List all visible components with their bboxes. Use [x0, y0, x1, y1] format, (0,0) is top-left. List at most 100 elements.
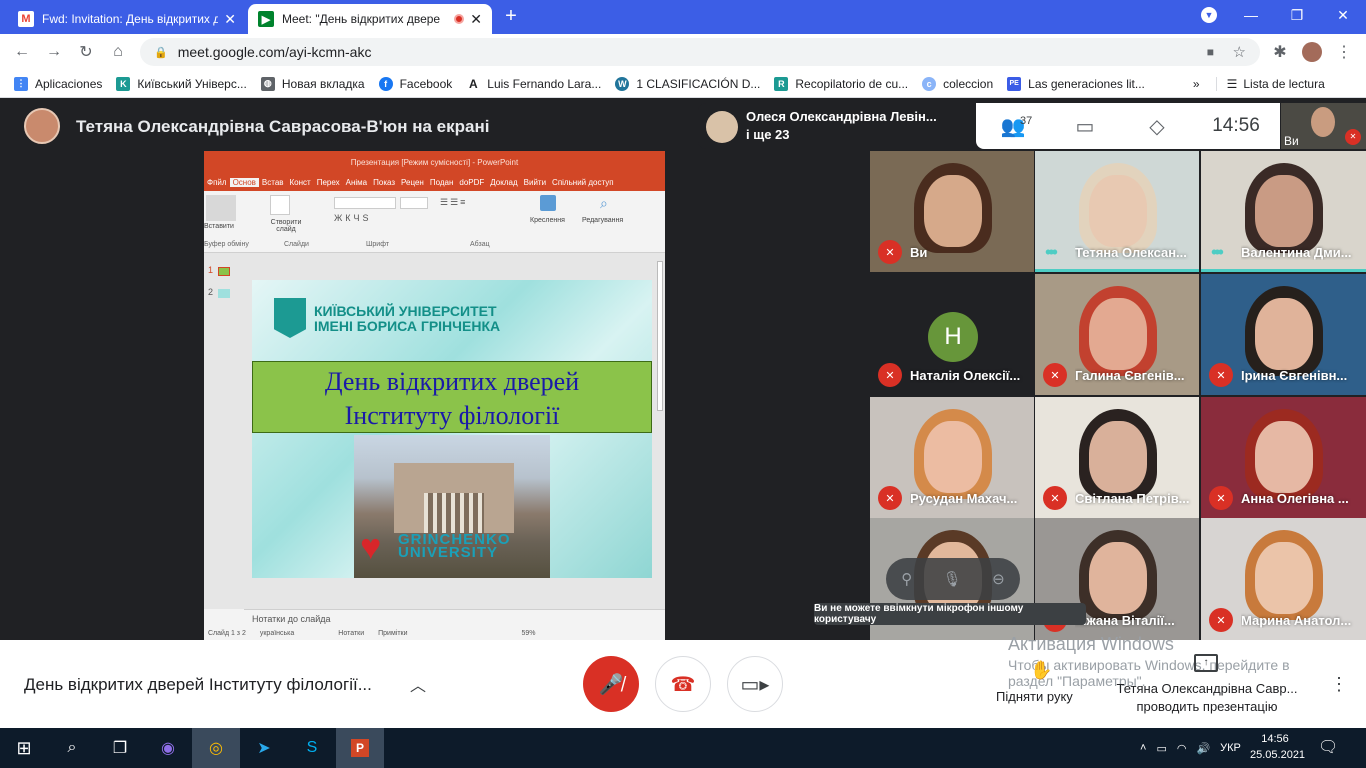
address-text: meet.google.com/ayi-kcmn-akc — [177, 44, 372, 60]
microphone-toggle-button[interactable]: 🎤̸ — [583, 656, 639, 712]
pin-icon[interactable]: ⚲ — [901, 570, 912, 588]
battery-icon[interactable]: ▭ — [1156, 742, 1166, 755]
activities-button[interactable]: ◇ — [1120, 103, 1194, 149]
tray-expand-icon[interactable]: ˄ — [1140, 742, 1146, 754]
bookmark-item[interactable]: K Київський Універс... — [116, 76, 247, 91]
ppt-tab: Доклад — [490, 177, 518, 187]
present-screen-icon[interactable]: ↑ — [1194, 654, 1218, 672]
new-tab-button[interactable]: + — [500, 6, 522, 28]
participant-tile[interactable]: ✕ Анна Олегівна ... — [1201, 397, 1366, 518]
bookmark-apps[interactable]: ⋮ Aplicaciones — [14, 76, 102, 91]
volume-icon[interactable]: 🔊 — [1196, 742, 1210, 755]
powerpoint-icon[interactable]: P — [336, 728, 384, 768]
language-indicator[interactable]: УКР — [1220, 742, 1241, 754]
menu-kebab-icon[interactable]: ⋮ — [1332, 40, 1356, 64]
ppt-group-label: Абзац — [470, 241, 490, 248]
leave-call-button[interactable]: ☎ — [655, 656, 711, 712]
bookmark-item[interactable]: f Facebook — [378, 76, 452, 91]
mic-off-icon: ✕ — [1209, 486, 1233, 510]
close-tab-icon[interactable]: ✕ — [224, 11, 236, 28]
search-icon[interactable]: ⌕ — [48, 728, 96, 768]
notifications-icon[interactable]: 🗨 — [1318, 737, 1338, 757]
self-face — [1311, 107, 1335, 137]
windows-start-icon[interactable]: ⊞ — [0, 728, 48, 768]
participant-tile[interactable]: ✕ Русудан Махач... — [870, 397, 1034, 518]
bookmark-item[interactable]: PE Las generaciones lit... — [1007, 76, 1145, 91]
maximize-button[interactable]: ❐ — [1274, 0, 1320, 30]
extensions-icon[interactable]: ✱ — [1268, 40, 1292, 64]
ppt-scrollbar — [657, 261, 663, 411]
chrome-icon[interactable]: ◎ — [192, 728, 240, 768]
minimize-button[interactable]: — — [1228, 0, 1274, 30]
presenting-status[interactable]: Тетяна Олександрівна Савр... проводить п… — [1112, 680, 1302, 716]
profile-avatar[interactable] — [1302, 42, 1322, 62]
meeting-title[interactable]: День відкритих дверей Інституту філологі… — [24, 675, 372, 695]
telegram-icon[interactable]: ➤ — [240, 728, 288, 768]
participant-tile[interactable]: ✕ Ви — [870, 151, 1034, 272]
taskbar-clock[interactable]: 14:56 25.05.2021 — [1250, 731, 1305, 763]
mute-tooltip: Ви не можете ввімкнути мікрофон іншому к… — [814, 603, 1086, 625]
bookmark-item[interactable]: W 1 CLASIFICACIÓN D... — [615, 76, 760, 91]
ppt-ribbon-tabs: Фпйл Основ Встав Конст Перех Аніма Показ… — [204, 173, 665, 191]
viber-icon[interactable]: ◉ — [144, 728, 192, 768]
participant-tile[interactable]: ✕ Марина Анатол... — [1201, 518, 1366, 640]
bookmark-item[interactable]: R Recopilatorio de cu... — [774, 76, 908, 91]
mic-off-icon: 🎤̸ — [598, 673, 624, 696]
tab-meet[interactable]: ▶ Meet: "День відкритих двере ✕ — [248, 4, 492, 34]
skype-icon[interactable]: S — [288, 728, 336, 768]
more-options-icon[interactable]: ⋮ — [1330, 674, 1348, 695]
close-window-button[interactable]: ✕ — [1320, 0, 1366, 30]
ppt-tab: Конст — [289, 177, 311, 187]
network-icon[interactable]: ◠ — [1177, 742, 1187, 755]
participant-avatar-letter: Н — [928, 312, 978, 362]
ppt-tab: Аніма — [345, 177, 368, 187]
participant-name: Світлана Петрів... — [1075, 491, 1190, 506]
building-columns — [424, 493, 484, 533]
chevron-up-icon[interactable]: ︿ — [410, 672, 426, 696]
home-icon[interactable]: ⌂ — [106, 40, 130, 64]
participant-tile[interactable]: ✕ Ірина Євгенівн... — [1201, 274, 1366, 395]
speaking-indicator-icon: ••• — [1211, 242, 1224, 262]
address-bar[interactable]: 🔒 meet.google.com/ayi-kcmn-akc ■ ☆ — [140, 38, 1260, 66]
status-slide: Слайд 1 з 2 — [208, 630, 246, 637]
bookmark-item[interactable]: ◍ Новая вкладка — [260, 76, 365, 91]
task-view-icon[interactable]: ❐ — [96, 728, 144, 768]
close-tab-icon[interactable]: ✕ — [470, 11, 482, 28]
reading-list-button[interactable]: ☰ Lista de lectura — [1215, 76, 1325, 91]
tab-gmail[interactable]: M Fwd: Invitation: День відкритих д ✕ — [8, 4, 246, 34]
back-icon[interactable]: ← — [10, 40, 34, 64]
browser-toolbar: ← → ↻ ⌂ 🔒 meet.google.com/ayi-kcmn-akc ■… — [0, 34, 1366, 70]
bookmark-star-icon[interactable]: ☆ — [1233, 43, 1246, 61]
reload-icon[interactable]: ↻ — [74, 40, 98, 64]
more-bookmarks-button[interactable]: » — [1193, 77, 1200, 91]
mute-participant-icon[interactable]: 🎙 — [943, 570, 962, 588]
remove-icon[interactable]: ⊖ — [992, 570, 1005, 588]
raise-hand-icon[interactable]: ✋ — [1030, 660, 1052, 681]
participant-tile[interactable]: Н ✕ Наталія Олексії... — [870, 274, 1034, 395]
raise-hand-button[interactable]: Підняти руку — [996, 689, 1073, 704]
bookmark-item[interactable]: A Luis Fernando Lara... — [466, 76, 602, 91]
self-view-label: Ви — [1284, 134, 1299, 148]
ppt-group-label: Буфер обміну — [204, 241, 249, 248]
participant-tile[interactable]: ••• Валентина Дми... — [1201, 151, 1366, 272]
participant-face — [1255, 542, 1313, 614]
university-logo-icon — [274, 298, 306, 338]
mic-off-icon: ✕ — [1043, 363, 1067, 387]
wordpress-icon: W — [615, 76, 630, 91]
participant-tile[interactable]: ✕ Галина Євгенів... — [1035, 274, 1199, 395]
paragraph-icons: ☰☰≡ — [440, 197, 468, 207]
mic-off-icon: ✕ — [878, 486, 902, 510]
camera-icon[interactable]: ■ — [1207, 45, 1214, 59]
bookmark-label: Luis Fernando Lara... — [487, 76, 602, 91]
participant-tile[interactable]: ••• Тетяна Олексан... — [1035, 151, 1199, 272]
recording-icon — [454, 14, 465, 24]
forward-icon[interactable]: → — [42, 40, 66, 64]
participant-tile[interactable]: ✕ Світлана Петрів... — [1035, 397, 1199, 518]
tab-search-icon[interactable]: ▼ — [1186, 0, 1232, 30]
bookmark-item[interactable]: c coleccion — [922, 76, 993, 91]
ppt-tab: Рецен — [401, 177, 424, 187]
people-button[interactable]: 👥 37 — [976, 103, 1050, 149]
font-name-box — [334, 197, 396, 209]
chat-button[interactable]: ▭ — [1050, 103, 1120, 149]
camera-toggle-button[interactable]: ▭▸ — [727, 656, 783, 712]
